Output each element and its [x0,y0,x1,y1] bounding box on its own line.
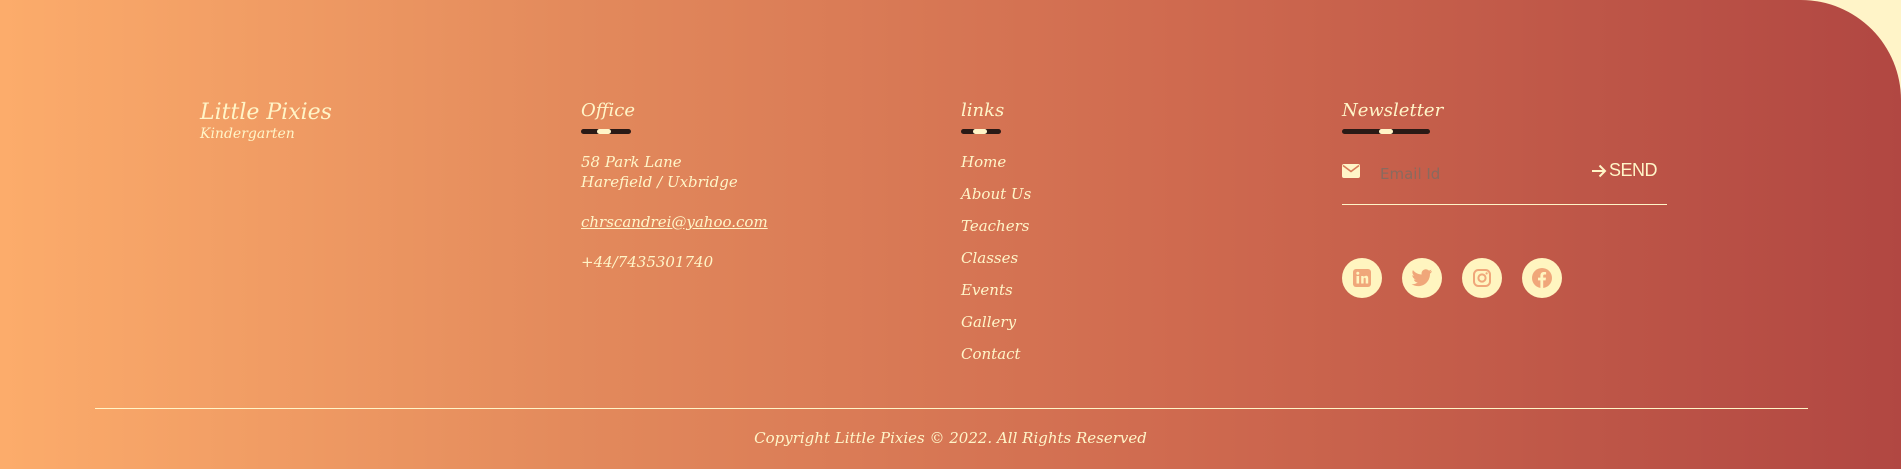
links-heading: links [961,100,1005,121]
footer-link-contact[interactable]: Contact [961,344,1031,376]
arrow-right-icon [1591,164,1607,177]
linkedin-icon [1353,269,1371,287]
envelope-icon [1342,164,1360,178]
office-phone: +44/7435301740 [581,253,714,271]
newsletter-heading-underline [1342,129,1430,134]
office-column: Office 58 Park Lane Harefield / Uxbridge… [581,100,768,272]
footer: Little Pixies Kindergarten Office 58 Par… [0,0,1901,469]
instagram-button[interactable] [1462,258,1502,298]
linkedin-button[interactable] [1342,258,1382,298]
facebook-button[interactable] [1522,258,1562,298]
instagram-icon [1473,269,1491,287]
footer-link-events[interactable]: Events [961,280,1031,312]
brand-subtitle: Kindergarten [200,126,295,142]
social-links [1342,258,1562,298]
newsletter-email-input[interactable] [1378,162,1582,186]
copyright-text: Copyright Little Pixies © 2022. All Righ… [754,429,1147,447]
twitter-button[interactable] [1402,258,1442,298]
brand-block[interactable]: Little Pixies Kindergarten [200,100,332,142]
send-button[interactable]: SEND [1591,160,1658,181]
footer-nav: Home About Us Teachers Classes Events Ga… [961,152,1031,376]
send-button-label: SEND [1608,160,1658,180]
links-heading-underline [961,129,1001,134]
newsletter-heading: Newsletter [1342,100,1444,121]
address-line1: 58 Park Lane [581,153,682,171]
brand-title[interactable]: Little Pixies [200,100,332,126]
newsletter-form: SEND [1342,158,1667,205]
office-heading-underline [581,129,631,134]
footer-divider [95,408,1808,409]
footer-link-home[interactable]: Home [961,152,1031,184]
facebook-icon [1532,268,1552,288]
footer-link-about-us[interactable]: About Us [961,184,1031,216]
footer-link-classes[interactable]: Classes [961,248,1031,280]
links-column: links Home About Us Teachers Classes Eve… [961,100,1031,376]
footer-link-teachers[interactable]: Teachers [961,216,1031,248]
office-email-link[interactable]: chrscandrei@yahoo.com [581,212,768,232]
footer-link-gallery[interactable]: Gallery [961,312,1031,344]
twitter-icon [1411,269,1433,287]
office-heading: Office [581,100,635,121]
newsletter-column: Newsletter SEND [1342,100,1667,205]
address-line2: Harefield / Uxbridge [581,173,738,191]
